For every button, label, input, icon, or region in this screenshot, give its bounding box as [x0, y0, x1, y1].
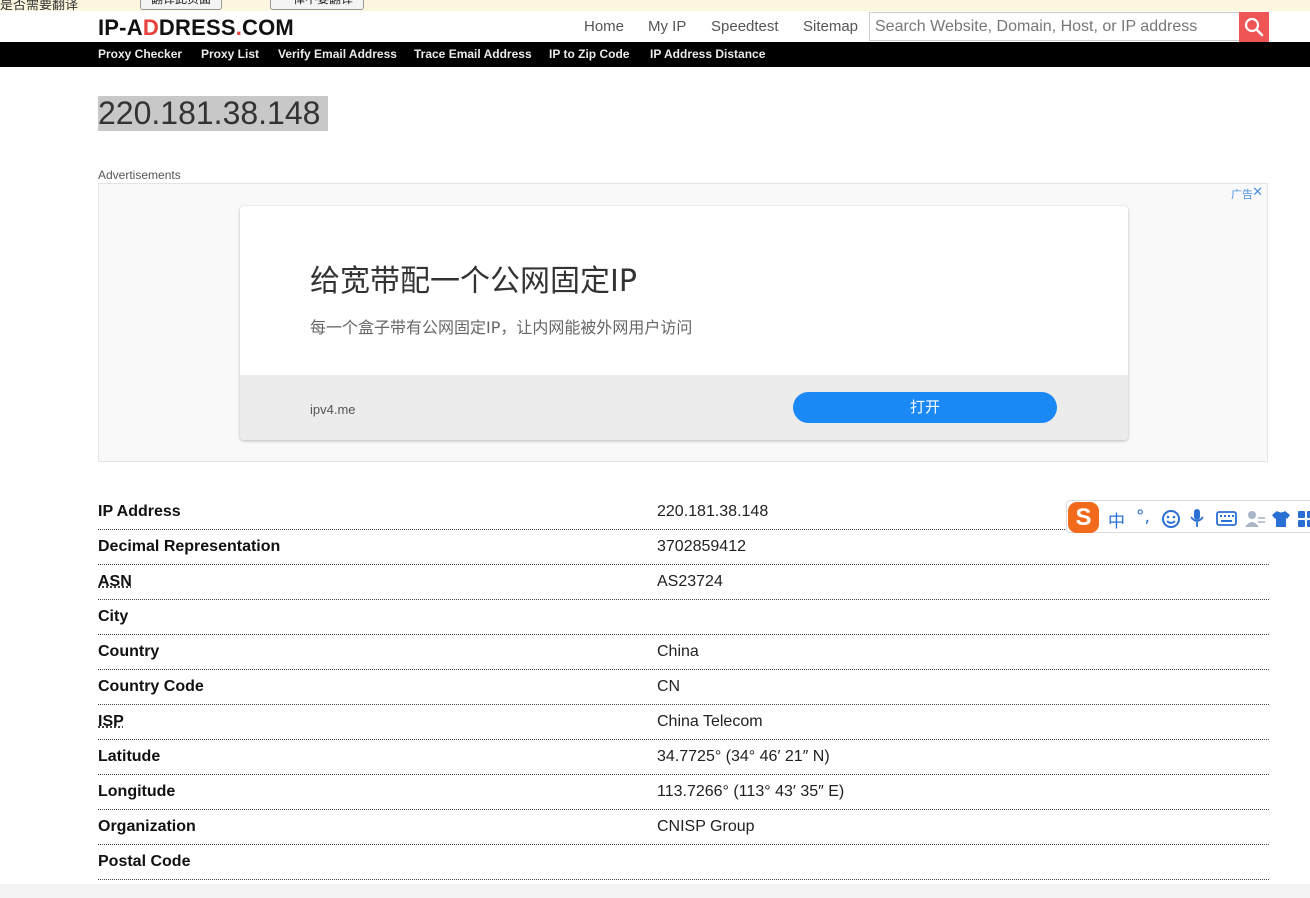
page-bottom-divider — [0, 884, 1310, 898]
row-label: Organization — [98, 818, 196, 835]
row-value: CNISP Group — [657, 818, 755, 835]
site-logo[interactable]: IP-ADDRESS.COM — [98, 15, 294, 41]
subnav-trace-email[interactable]: Trace Email Address — [414, 47, 532, 61]
ad-close-icon[interactable]: ✕ — [1252, 184, 1263, 200]
ime-toolbar: S 中 °, — [1066, 500, 1310, 533]
row-value: AS23724 — [657, 573, 723, 590]
keyboard-icon[interactable] — [1216, 511, 1237, 526]
ad-card[interactable]: 给宽带配一个公网固定IP 每一个盒子带有公网固定IP，让内网能被外网用户访问 i… — [240, 206, 1128, 440]
ip-info-table: IP Address 220.181.38.148 Decimal Represe… — [98, 495, 1269, 880]
ime-punctuation-toggle[interactable]: °, — [1136, 507, 1150, 527]
site-header: IP-ADDRESS.COM Home My IP Speedtest Site… — [0, 11, 1310, 42]
row-label: ISP — [98, 713, 124, 730]
row-label: Country — [98, 643, 160, 660]
user-icon[interactable] — [1244, 510, 1266, 528]
table-row: Postal Code — [98, 845, 1269, 880]
table-row: Latitude 34.7725° (34° 46′ 21″ N) — [98, 740, 1269, 775]
search-icon — [1244, 17, 1264, 37]
row-label: Postal Code — [98, 853, 191, 870]
row-value: 3702859412 — [657, 538, 746, 555]
nav-sitemap-link[interactable]: Sitemap — [803, 18, 858, 35]
row-label: ASN — [98, 573, 132, 590]
ads-label: Advertisements — [98, 168, 181, 182]
subnav-ip-distance[interactable]: IP Address Distance — [650, 47, 765, 61]
ad-frame: 广告 ✕ 给宽带配一个公网固定IP 每一个盒子带有公网固定IP，让内网能被外网用… — [98, 183, 1268, 462]
row-label: Country Code — [98, 678, 204, 695]
table-row: Decimal Representation 3702859412 — [98, 530, 1269, 565]
table-row: Country China — [98, 635, 1269, 670]
nav-my-ip-link[interactable]: My IP — [648, 18, 686, 35]
row-value: China — [657, 643, 699, 660]
ime-logo-icon[interactable]: S — [1068, 502, 1099, 533]
ad-domain: ipv4.me — [310, 402, 356, 417]
search-button[interactable] — [1239, 12, 1269, 42]
ad-badge[interactable]: 广告 — [1231, 186, 1253, 202]
skin-shirt-icon[interactable] — [1271, 510, 1291, 528]
row-label: City — [98, 608, 129, 625]
subnav-proxy-list[interactable]: Proxy List — [201, 47, 259, 61]
nav-home-link[interactable]: Home — [584, 18, 624, 35]
ad-open-button[interactable]: 打开 — [793, 392, 1057, 423]
tools-nav: Proxy Checker Proxy List Verify Email Ad… — [0, 42, 1310, 67]
nav-speedtest-link[interactable]: Speedtest — [711, 18, 779, 35]
subnav-verify-email[interactable]: Verify Email Address — [278, 47, 397, 61]
table-row: Country Code CN — [98, 670, 1269, 705]
toolbox-grid-icon[interactable] — [1297, 510, 1310, 528]
translate-page-button[interactable]: 翻译此页面 — [140, 0, 223, 10]
table-row: City — [98, 600, 1269, 635]
table-row: ASN AS23724 — [98, 565, 1269, 600]
row-label: Latitude — [98, 748, 161, 765]
table-row: Organization CNISP Group — [98, 810, 1269, 845]
row-value: CN — [657, 678, 681, 695]
page-title: 220.181.38.148 — [98, 96, 329, 131]
subnav-ip-to-zip[interactable]: IP to Zip Code — [549, 47, 629, 61]
table-row: Longitude 113.7266° (113° 43′ 35″ E) — [98, 775, 1269, 810]
search-box — [869, 12, 1240, 41]
row-value: 34.7725° (34° 46′ 21″ N) — [657, 748, 830, 765]
emoji-icon[interactable] — [1161, 509, 1181, 529]
ime-mode-toggle[interactable]: 中 — [1108, 507, 1125, 532]
never-translate-button[interactable]: 一律不要翻译 — [270, 0, 365, 10]
row-label: Decimal Representation — [98, 538, 281, 555]
row-value: 113.7266° (113° 43′ 35″ E) — [657, 783, 845, 800]
row-value: China Telecom — [657, 713, 763, 730]
row-value: 220.181.38.148 — [657, 503, 769, 520]
row-label: Longitude — [98, 783, 176, 800]
row-label: IP Address — [98, 503, 181, 520]
microphone-icon[interactable] — [1189, 508, 1205, 529]
table-row: ISP China Telecom — [98, 705, 1269, 740]
search-input[interactable] — [870, 13, 1240, 40]
ad-footer: ipv4.me 打开 — [240, 375, 1128, 440]
ad-headline: 给宽带配一个公网固定IP — [310, 264, 637, 299]
subnav-proxy-checker[interactable]: Proxy Checker — [98, 47, 182, 61]
ad-subline: 每一个盒子带有公网固定IP，让内网能被外网用户访问 — [310, 318, 693, 337]
